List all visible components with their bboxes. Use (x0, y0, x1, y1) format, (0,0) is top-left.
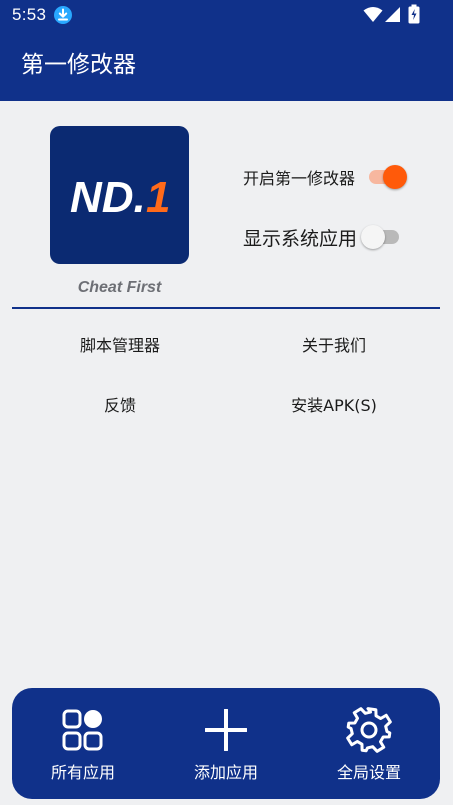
switch-thumb (383, 165, 408, 189)
gear-icon (346, 707, 392, 753)
battery-icon (408, 4, 420, 24)
logo-tagline: Cheat First (77, 279, 162, 296)
show-system-apps-row[interactable]: 显示系统应用 (243, 222, 403, 252)
nav-add-app-label: 添加应用 (193, 763, 258, 782)
page-title: 第一修改器 (21, 52, 136, 78)
enable-switch[interactable] (365, 165, 408, 189)
logo-mark: ND. 1 (70, 173, 170, 222)
nav-all-apps-label: 所有应用 (50, 763, 115, 782)
about-us-button[interactable]: 关于我们 (234, 334, 434, 358)
divider (12, 307, 440, 309)
enable-switch-row[interactable]: 开启第一修改器 (243, 162, 408, 192)
enable-switch-label: 开启第一修改器 (243, 169, 356, 188)
nav-add-app[interactable]: 添加应用 (155, 688, 297, 799)
status-bar: 5:53 (0, 0, 453, 32)
script-manager-button[interactable]: 脚本管理器 (20, 334, 220, 358)
wifi-icon (363, 7, 383, 22)
plus-icon (205, 709, 247, 751)
signal-icon (385, 7, 400, 22)
show-system-apps-label: 显示系统应用 (243, 227, 358, 250)
nav-global-settings[interactable]: 全局设置 (298, 688, 440, 799)
app-logo: ND. 1 (50, 126, 189, 264)
logo-text: ND. (70, 173, 146, 222)
status-time: 5:53 (12, 5, 47, 24)
apps-grid-icon (62, 709, 103, 751)
show-system-apps-switch[interactable] (361, 225, 403, 249)
bottom-navigation: 所有应用 添加应用 全局设置 (12, 688, 440, 799)
nav-all-apps[interactable]: 所有应用 (12, 688, 154, 799)
logo-number: 1 (146, 173, 170, 222)
top-app-bar: 5:53 第一修改器 (0, 0, 453, 101)
download-icon (54, 6, 72, 24)
feedback-button[interactable]: 反馈 (20, 394, 220, 418)
install-apk-button[interactable]: 安装APK(S) (234, 394, 434, 418)
nav-global-settings-label: 全局设置 (336, 763, 401, 782)
switch-thumb (361, 225, 386, 249)
